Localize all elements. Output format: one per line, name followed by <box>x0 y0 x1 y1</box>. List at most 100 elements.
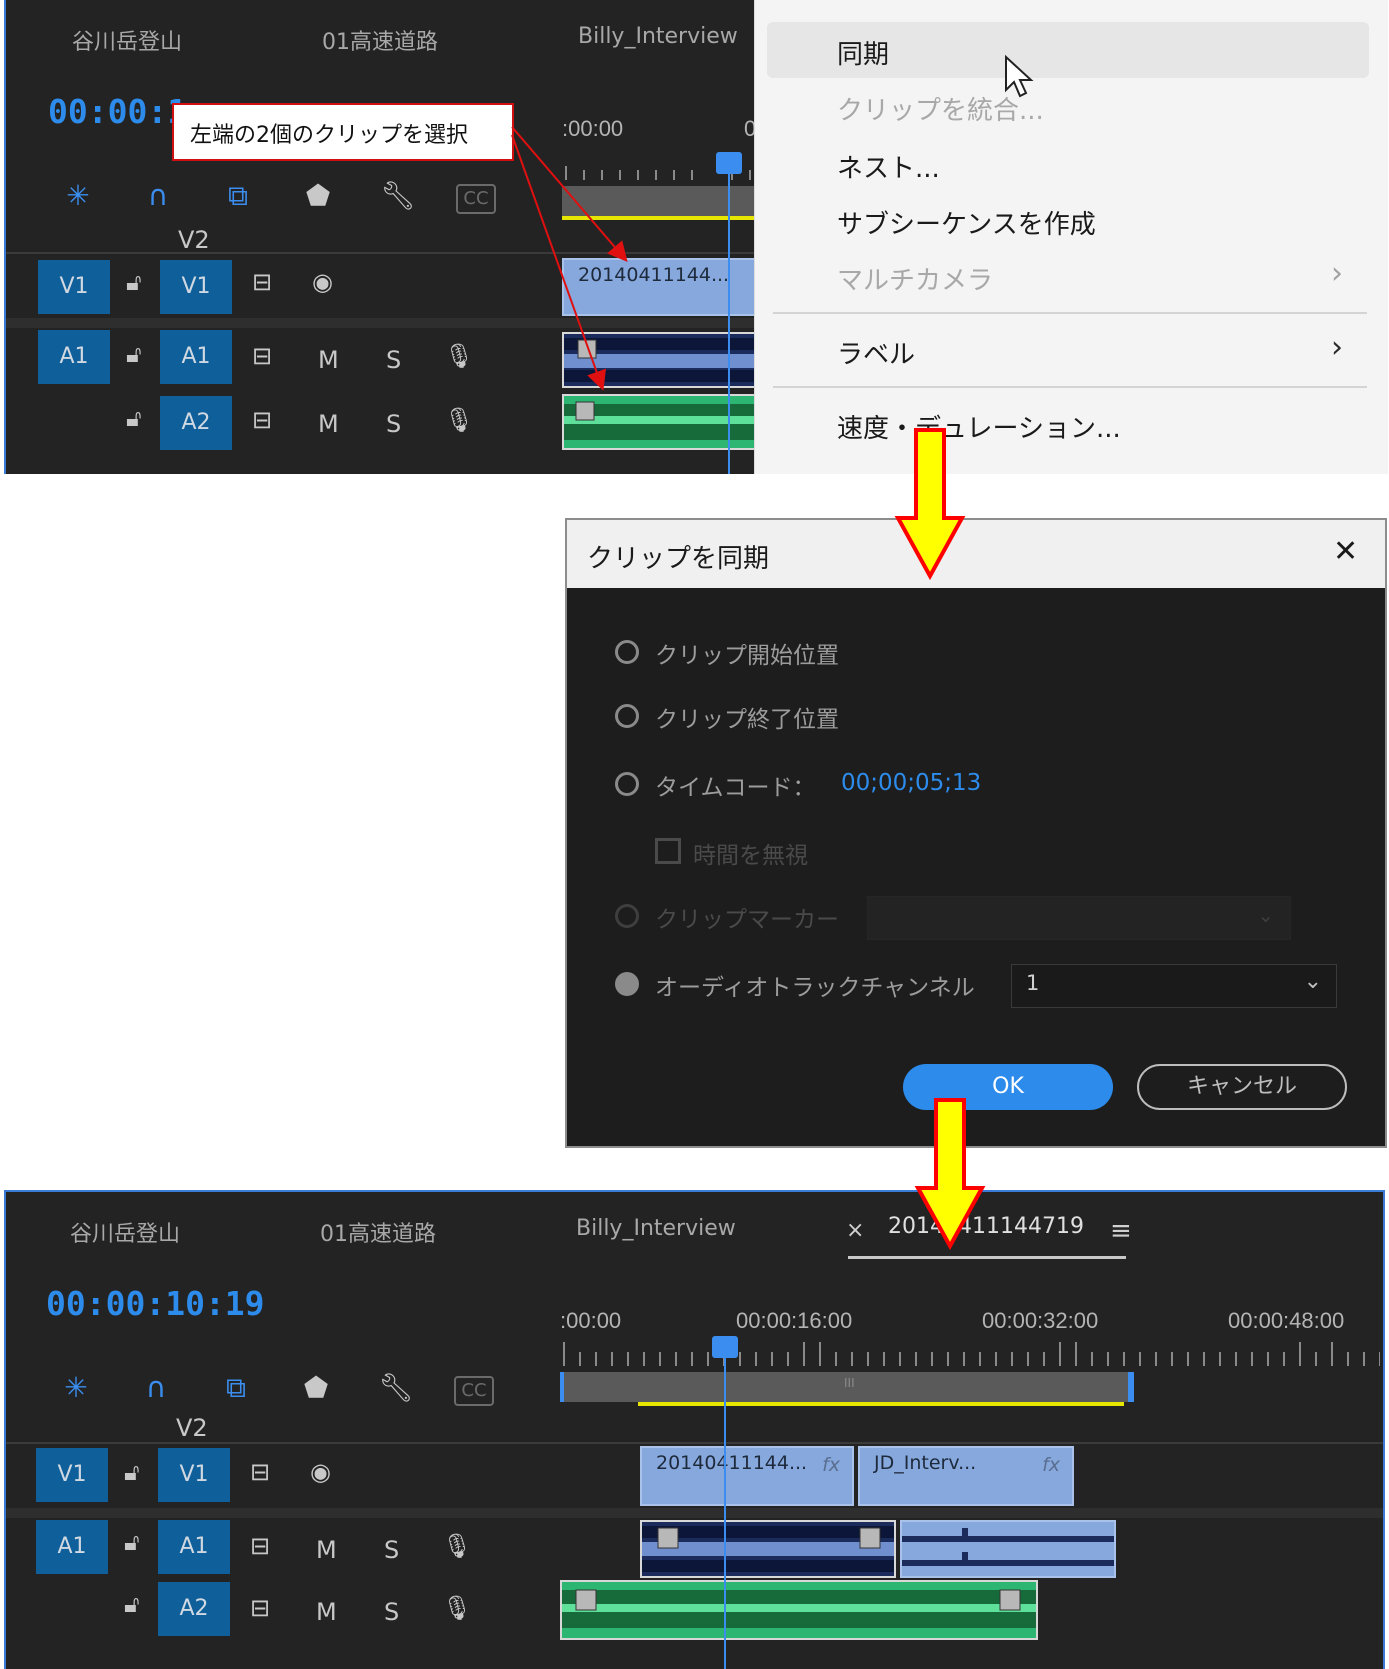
callout-box: 左端の2個のクリップを選択 <box>172 103 514 161</box>
lock-icon[interactable]: 🔓︎ <box>124 1458 140 1486</box>
menu-item-speed-duration[interactable]: 速度・デュレーション... <box>837 408 1121 445</box>
solo-button[interactable]: S <box>384 1598 399 1626</box>
radio-clip-start[interactable] <box>615 640 639 664</box>
audio-clip-a2[interactable] <box>560 1580 1038 1640</box>
wrench-settings-icon[interactable]: 🔧︎ <box>374 1370 418 1406</box>
eye-icon[interactable]: ◉ <box>310 1458 331 1486</box>
lock-icon[interactable]: 🔓︎ <box>126 404 142 432</box>
playhead-timecode[interactable]: 00:00:10:19 <box>46 1284 265 1323</box>
tab-highway[interactable]: 01高速道路 <box>322 24 438 56</box>
radio-clip-end[interactable] <box>615 704 639 728</box>
eye-icon[interactable]: ◉ <box>312 268 333 296</box>
flow-arrow-down-1 <box>894 428 966 580</box>
menu-item-make-subsequence[interactable]: サブシーケンスを作成 <box>837 204 1096 241</box>
target-a1[interactable]: A1 <box>158 1520 230 1574</box>
option-audio-channel: オーディオトラックチャンネル <box>655 975 975 1001</box>
playhead-line[interactable] <box>728 160 730 474</box>
video-clip-a[interactable]: 20140411144... fx <box>640 1446 854 1506</box>
timecode-value[interactable]: 00;00;05;13 <box>841 770 981 796</box>
clip-name: 20140411144... <box>656 1452 808 1474</box>
menu-item-nest[interactable]: ネスト... <box>837 148 940 185</box>
menu-item-sync[interactable]: 同期 <box>837 34 889 71</box>
checkbox-ignore-hours[interactable] <box>655 838 681 864</box>
source-patch-v1[interactable]: V1 <box>38 260 110 314</box>
mute-button[interactable]: M <box>316 1598 337 1626</box>
solo-button[interactable]: S <box>386 346 401 374</box>
track-label-v2: V2 <box>176 1414 208 1442</box>
audio-clip-a1-a[interactable] <box>640 1520 896 1578</box>
time-ruler[interactable] <box>560 1340 1380 1368</box>
captions-icon[interactable]: CC <box>456 184 496 214</box>
source-patch-v1[interactable]: V1 <box>36 1448 108 1502</box>
captions-icon[interactable]: CC <box>454 1376 494 1406</box>
lock-icon[interactable]: 🔓︎ <box>126 268 142 296</box>
track-divider <box>6 1442 1383 1444</box>
add-marker-icon[interactable]: ⬟ <box>294 1370 338 1406</box>
radio-audio-channel[interactable] <box>615 972 639 996</box>
playhead-timecode[interactable]: 00:00:1 <box>48 92 187 131</box>
lock-icon[interactable]: 🔓︎ <box>124 1528 140 1556</box>
audio-channel-dropdown[interactable]: 1 ⌄ <box>1011 964 1337 1008</box>
sync-lock-icon[interactable]: ⊟ <box>250 1458 270 1486</box>
mic-icon[interactable]: 🎙︎ <box>444 342 474 370</box>
target-v1[interactable]: V1 <box>160 260 232 314</box>
add-marker-icon[interactable]: ⬟ <box>296 178 340 214</box>
playhead-handle[interactable] <box>716 152 742 174</box>
option-clip-end: クリップ終了位置 <box>655 707 839 733</box>
tab-close-icon[interactable]: × <box>846 1218 864 1243</box>
tab-billy-interview[interactable]: Billy_Interview <box>578 24 738 49</box>
mic-icon[interactable]: 🎙︎ <box>442 1594 472 1622</box>
mute-button[interactable]: M <box>318 346 339 374</box>
linked-selection-icon[interactable]: ⧉ <box>216 178 260 214</box>
video-clip-b[interactable]: JD_Interv... fx <box>858 1446 1074 1506</box>
playhead-handle[interactable] <box>712 1336 738 1358</box>
solo-button[interactable]: S <box>386 410 401 438</box>
target-a2[interactable]: A2 <box>160 396 232 450</box>
context-menu: 同期 クリップを統合... ネスト... サブシーケンスを作成 マルチカメラ ›… <box>754 0 1388 474</box>
menu-item-multicamera[interactable]: マルチカメラ <box>837 260 993 297</box>
tab-highway[interactable]: 01高速道路 <box>320 1216 436 1248</box>
menu-item-label[interactable]: ラベル <box>837 334 915 371</box>
tab-tanigawa[interactable]: 谷川岳登山 <box>70 1216 180 1248</box>
sync-lock-icon[interactable]: ⊟ <box>252 268 272 296</box>
playhead-line[interactable] <box>724 1344 726 1669</box>
mute-button[interactable]: M <box>316 1536 337 1564</box>
waveform <box>562 1589 1036 1628</box>
close-icon[interactable]: ✕ <box>1333 534 1358 569</box>
panel-menu-icon[interactable]: ≡ <box>1110 1216 1132 1246</box>
mic-icon[interactable]: 🎙︎ <box>442 1532 472 1560</box>
target-a1[interactable]: A1 <box>160 330 232 384</box>
clip-marker-dropdown[interactable]: ⌄ <box>867 896 1291 940</box>
menu-separator <box>773 386 1367 388</box>
source-patch-a1[interactable]: A1 <box>38 330 110 384</box>
sync-lock-icon[interactable]: ⊟ <box>252 342 272 370</box>
tab-billy-interview[interactable]: Billy_Interview <box>576 1216 736 1241</box>
audio-clip-a1-b[interactable] <box>900 1520 1116 1578</box>
insert-nest-icon[interactable]: ✳ <box>56 178 100 214</box>
source-patch-a1[interactable]: A1 <box>36 1520 108 1574</box>
target-a2[interactable]: A2 <box>158 1582 230 1636</box>
sync-lock-icon[interactable]: ⊟ <box>252 406 272 434</box>
radio-clip-marker[interactable] <box>615 904 639 928</box>
sync-lock-icon[interactable]: ⊟ <box>250 1594 270 1622</box>
snap-magnet-icon[interactable]: ∩ <box>134 1370 178 1406</box>
sync-clip-dialog: クリップを同期 ✕ クリップ開始位置 クリップ終了位置 タイムコード： 00;0… <box>565 518 1387 1148</box>
tab-tanigawa[interactable]: 谷川岳登山 <box>72 24 182 56</box>
cancel-button[interactable]: キャンセル <box>1137 1064 1347 1110</box>
target-v1[interactable]: V1 <box>158 1448 230 1502</box>
fx-badge: fx <box>1042 1454 1060 1476</box>
audio-clip-a2[interactable] <box>562 394 756 450</box>
wrench-settings-icon[interactable]: 🔧︎ <box>376 178 420 214</box>
mute-button[interactable]: M <box>318 410 339 438</box>
linked-selection-icon[interactable]: ⧉ <box>214 1370 258 1406</box>
lock-icon[interactable]: 🔓︎ <box>124 1590 140 1618</box>
snap-magnet-icon[interactable]: ∩ <box>136 178 180 214</box>
solo-button[interactable]: S <box>384 1536 399 1564</box>
insert-nest-icon[interactable]: ✳ <box>54 1370 98 1406</box>
mic-icon[interactable]: 🎙︎ <box>444 406 474 434</box>
sync-lock-icon[interactable]: ⊟ <box>250 1532 270 1560</box>
work-area-bar[interactable]: III <box>560 1372 1134 1402</box>
lock-icon[interactable]: 🔓︎ <box>126 340 142 368</box>
radio-timecode[interactable] <box>615 772 639 796</box>
work-area-yellow <box>638 1402 1124 1406</box>
